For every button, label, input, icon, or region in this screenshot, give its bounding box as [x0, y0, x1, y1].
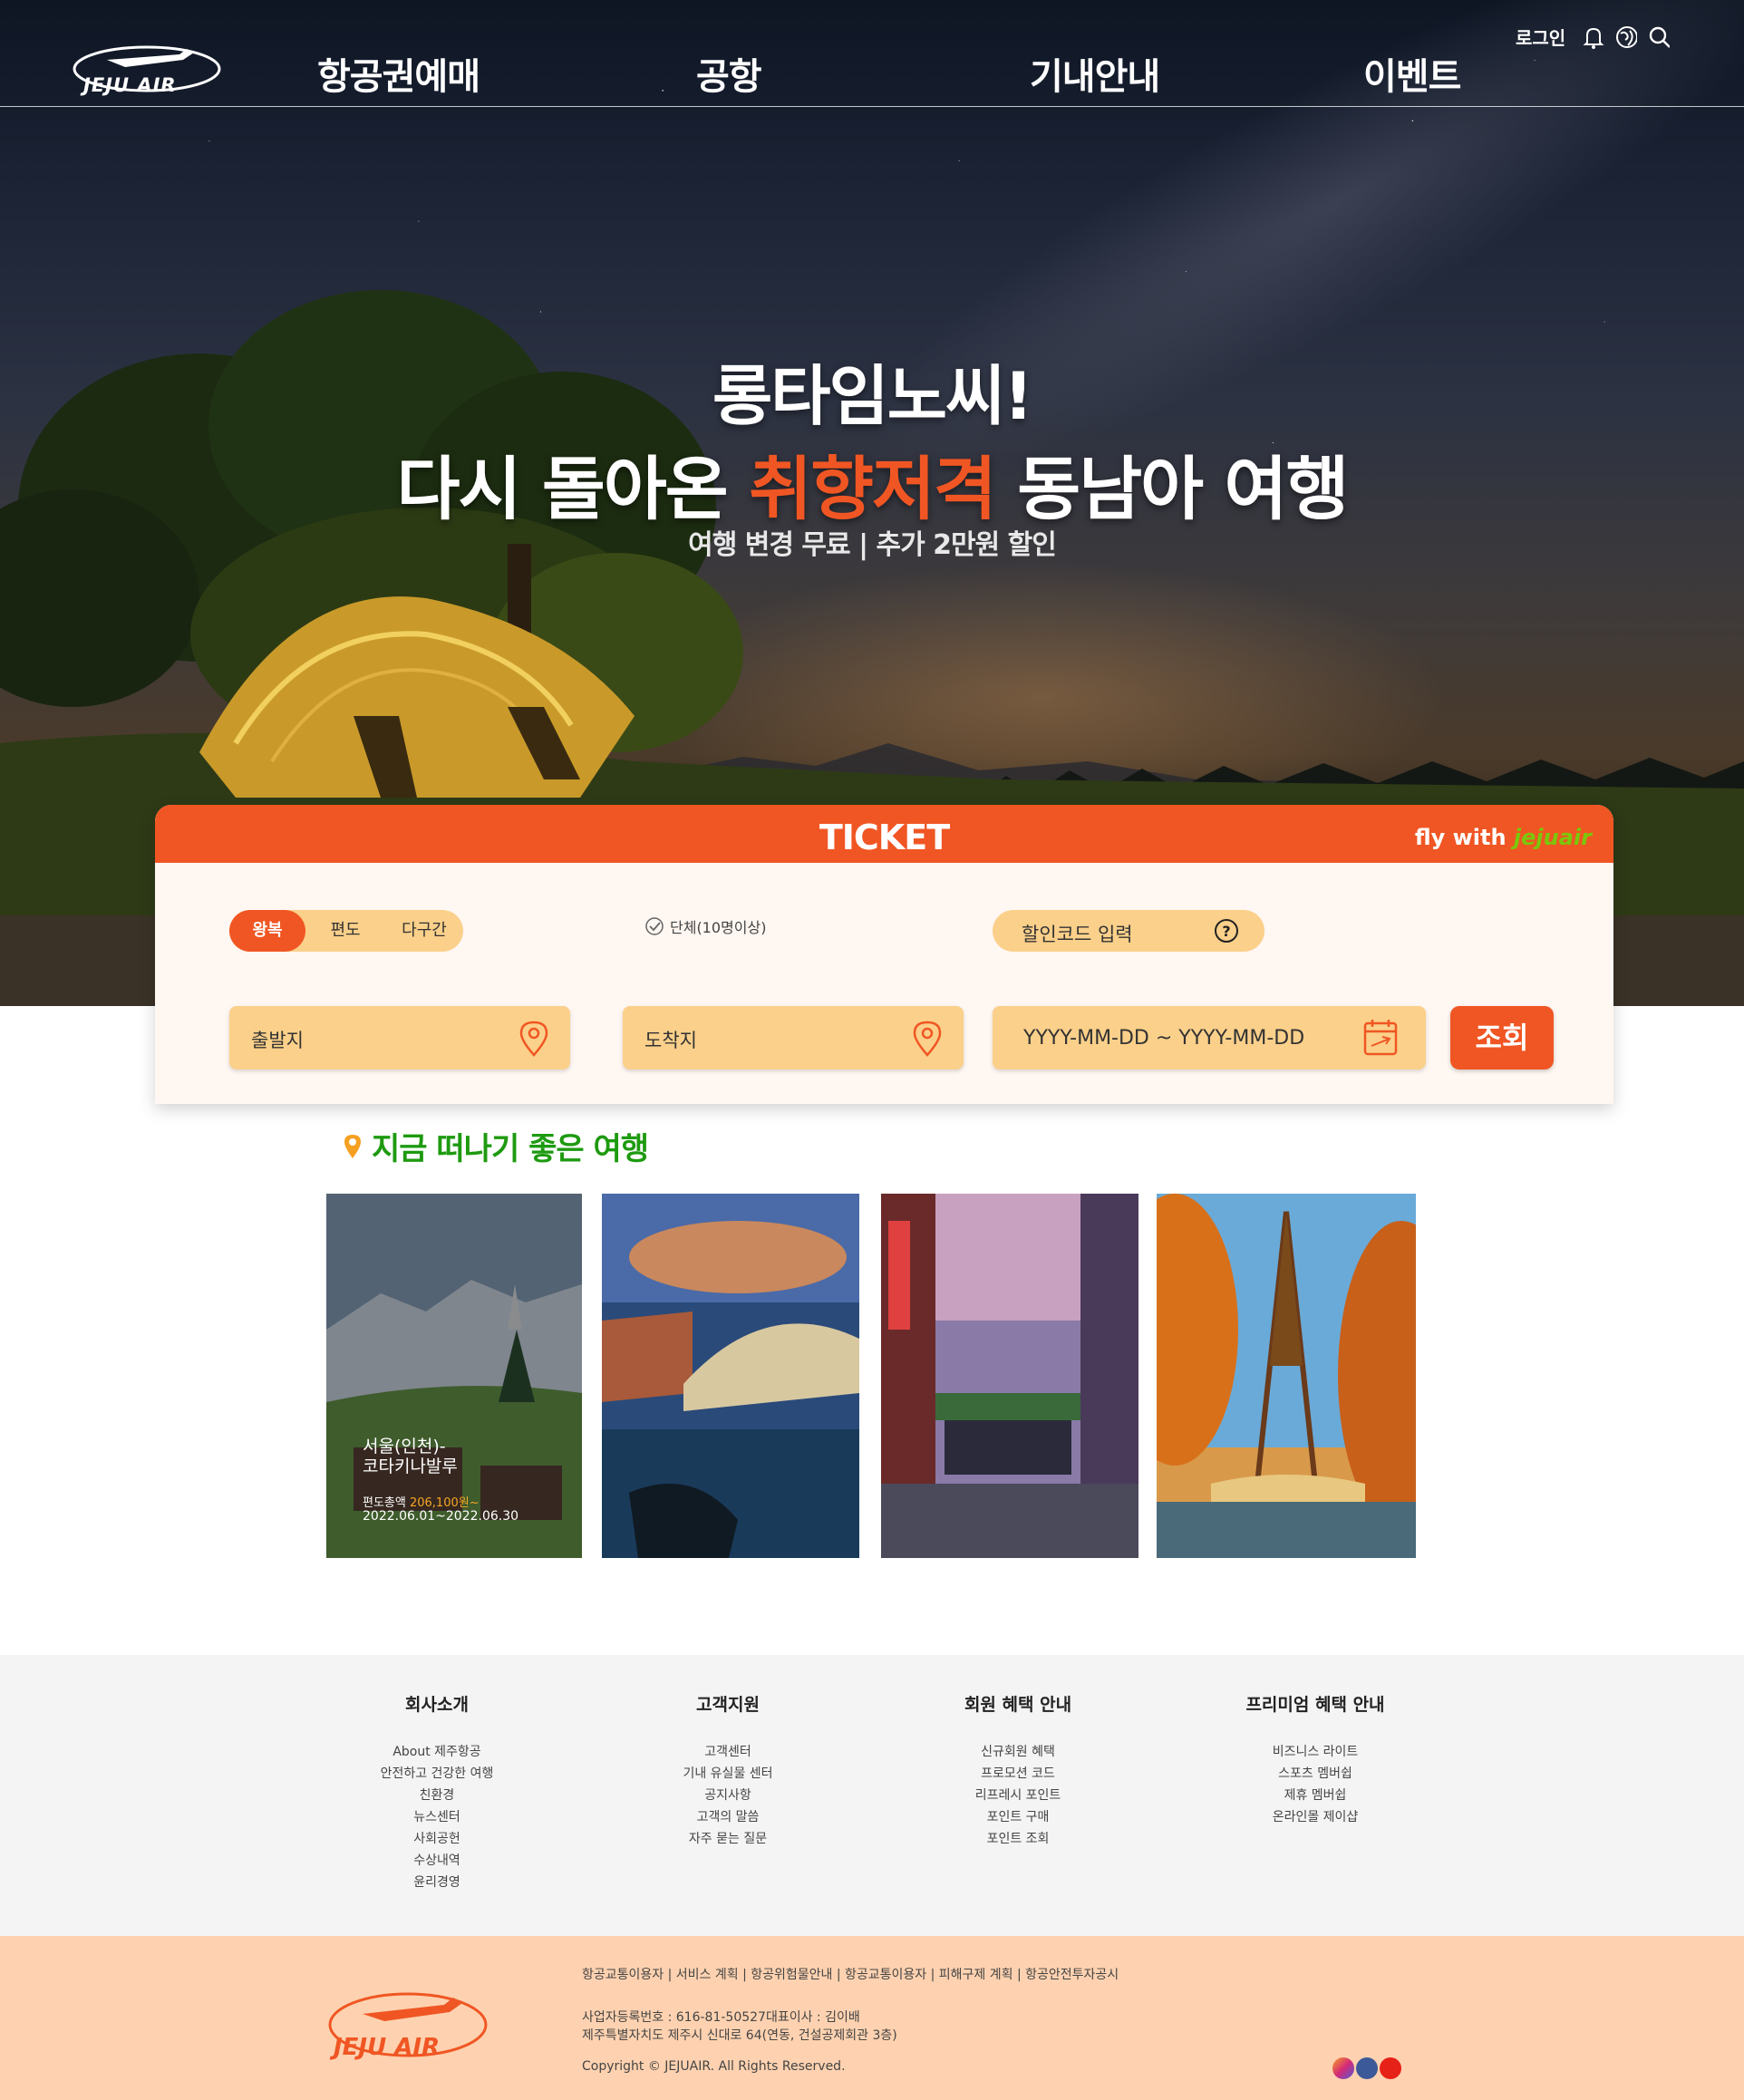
date-range-placeholder: YYYY-MM-DD ~ YYYY-MM-DD: [1023, 1027, 1305, 1050]
destination-card-tokyo[interactable]: [881, 1194, 1138, 1558]
ticket-header: TICKET fly with jejuair: [155, 805, 1613, 863]
ticket-tagline: fly with jejuair: [1414, 825, 1592, 850]
check-circle-icon: [645, 917, 664, 935]
help-icon[interactable]: ?: [1214, 918, 1239, 944]
nav-event[interactable]: 이벤트: [1363, 47, 1461, 100]
footer-link[interactable]: 제휴 멤버쉽: [1206, 1785, 1424, 1806]
destination-card-paris[interactable]: [1157, 1194, 1416, 1558]
recommend-section-title: 지금 떠나기 좋은 여행: [343, 1124, 649, 1168]
trip-oneway[interactable]: 편도: [309, 910, 382, 952]
globe-icon[interactable]: [1615, 25, 1637, 49]
footer-link[interactable]: 자주 묻는 질문: [619, 1828, 837, 1850]
logo-text: JEJU AIR: [83, 74, 177, 96]
destination-card-kotakinabalu[interactable]: 서울(인천)- 코타키나발루 편도총액 206,100원~ 2022.06.01…: [326, 1194, 582, 1558]
footer-link[interactable]: 고객의 말씀: [619, 1806, 837, 1828]
footer-link[interactable]: 고객센터: [619, 1741, 837, 1763]
card-fare: 편도총액 206,100원~: [363, 1496, 480, 1510]
trip-type-toggle: 왕복 편도 다구간: [229, 910, 463, 952]
footer-business-info: 사업자등록번호 : 616-81-50527대표이사 : 김이배 제주특별자치도…: [582, 2010, 897, 2043]
bell-icon[interactable]: [1583, 25, 1604, 49]
destination-card-venice[interactable]: [602, 1194, 859, 1558]
footer-link[interactable]: 윤리경영: [328, 1872, 546, 1893]
login-link[interactable]: 로그인: [1516, 24, 1565, 50]
footer-policy-links[interactable]: 항공교통이용자 | 서비스 계획 | 항공위험물안내 | 항공교통이용자 | 피…: [582, 1965, 1119, 1983]
footer-link[interactable]: 신규회원 혜택: [909, 1741, 1127, 1763]
nav-airport[interactable]: 공항: [696, 47, 762, 100]
site-header: JEJU AIR 항공권예매 공항 기내안내 이벤트 로그인: [0, 0, 1744, 107]
site-footer: JEJU AIR 항공교통이용자 | 서비스 계획 | 항공위험물안내 | 항공…: [0, 1936, 1744, 2100]
trip-roundtrip[interactable]: 왕복: [229, 910, 305, 952]
social-links: [1332, 2057, 1403, 2079]
ticket-title: TICKET: [819, 818, 950, 857]
date-range-field[interactable]: YYYY-MM-DD ~ YYYY-MM-DD: [993, 1006, 1426, 1069]
departure-field[interactable]: 출발지: [229, 1006, 570, 1069]
footer-link[interactable]: 친환경: [328, 1785, 546, 1806]
search-flights-button[interactable]: 조회: [1450, 1006, 1554, 1069]
footer-logo[interactable]: JEJU AIR: [326, 1987, 489, 2061]
destination-photo: [602, 1194, 859, 1558]
destination-photo: [881, 1194, 1138, 1558]
footer-link[interactable]: 기내 유실물 센터: [619, 1763, 837, 1785]
nav-inflight[interactable]: 기내안내: [1030, 47, 1160, 100]
discount-code-field[interactable]: 할인코드 입력 ?: [993, 910, 1264, 952]
discount-code-label: 할인코드 입력: [1022, 924, 1133, 945]
hero-subheadline: 다시 돌아온 취향저격 동남아 여행: [396, 449, 1350, 529]
footer-link[interactable]: About 제주항공: [328, 1741, 546, 1763]
card-route: 서울(인천)- 코타키나발루: [363, 1437, 458, 1476]
youtube-icon[interactable]: [1380, 2057, 1401, 2079]
nav-booking[interactable]: 항공권예매: [317, 47, 480, 100]
footer-sitemap: 회사소개 About 제주항공 안전하고 건강한 여행 친환경 뉴스센터 사회공…: [0, 1655, 1744, 1936]
ticket-booking-panel: TICKET fly with jejuair 왕복 편도 다구간 단체(10명…: [155, 805, 1613, 1104]
footer-col-premium: 프리미엄 혜택 안내 비즈니스 라이트 스포츠 멤버쉽 제휴 멤버쉽 온라인몰 …: [1206, 1691, 1424, 1828]
footer-link[interactable]: 포인트 구매: [909, 1806, 1127, 1828]
arrival-field[interactable]: 도착지: [623, 1006, 964, 1069]
footer-link[interactable]: 수상내역: [328, 1850, 546, 1872]
footer-col-member: 회원 혜택 안내 신규회원 혜택 프로모션 코드 리프레시 포인트 포인트 구매…: [909, 1691, 1127, 1850]
group-booking-checkbox[interactable]: 단체(10명이상): [644, 915, 766, 937]
location-pin-icon: [519, 1021, 548, 1057]
facebook-icon[interactable]: [1356, 2057, 1378, 2079]
footer-link[interactable]: 뉴스센터: [328, 1806, 546, 1828]
hero-highlight: 취향저격: [749, 449, 997, 529]
footer-link[interactable]: 안전하고 건강한 여행: [328, 1763, 546, 1785]
footer-copyright: Copyright © JEJUAIR. All Rights Reserved…: [582, 2059, 846, 2074]
footer-col-company: 회사소개 About 제주항공 안전하고 건강한 여행 친환경 뉴스센터 사회공…: [328, 1691, 546, 1893]
footer-link[interactable]: 비즈니스 라이트: [1206, 1741, 1424, 1763]
location-pin-icon: [913, 1021, 942, 1057]
card-period: 2022.06.01~2022.06.30: [363, 1509, 519, 1524]
footer-link[interactable]: 프로모션 코드: [909, 1763, 1127, 1785]
location-pin-icon: [344, 1134, 361, 1158]
trip-multicity[interactable]: 다구간: [385, 910, 463, 952]
arrival-placeholder: 도착지: [644, 1030, 697, 1051]
departure-placeholder: 출발지: [251, 1030, 304, 1051]
jejuair-logo[interactable]: JEJU AIR: [71, 42, 225, 96]
footer-link[interactable]: 포인트 조회: [909, 1828, 1127, 1850]
destination-photo: [1157, 1194, 1416, 1558]
instagram-icon[interactable]: [1332, 2057, 1354, 2079]
calendar-icon[interactable]: [1362, 1017, 1400, 1059]
footer-link[interactable]: 공지사항: [619, 1785, 837, 1806]
footer-link[interactable]: 스포츠 멤버쉽: [1206, 1763, 1424, 1785]
footer-col-support: 고객지원 고객센터 기내 유실물 센터 공지사항 고객의 말씀 자주 묻는 질문: [619, 1691, 837, 1850]
svg-text:?: ?: [1222, 923, 1230, 940]
footer-link[interactable]: 리프레시 포인트: [909, 1785, 1127, 1806]
footer-link[interactable]: 온라인몰 제이샵: [1206, 1806, 1424, 1828]
search-icon[interactable]: [1648, 25, 1670, 49]
footer-link[interactable]: 사회공헌: [328, 1828, 546, 1850]
hero-promo-text: 여행 변경 무료 | 추가 2만원 할인: [688, 529, 1057, 561]
group-booking-label: 단체(10명이상): [670, 919, 767, 936]
hero-headline: 롱타임노씨!: [712, 358, 1033, 434]
